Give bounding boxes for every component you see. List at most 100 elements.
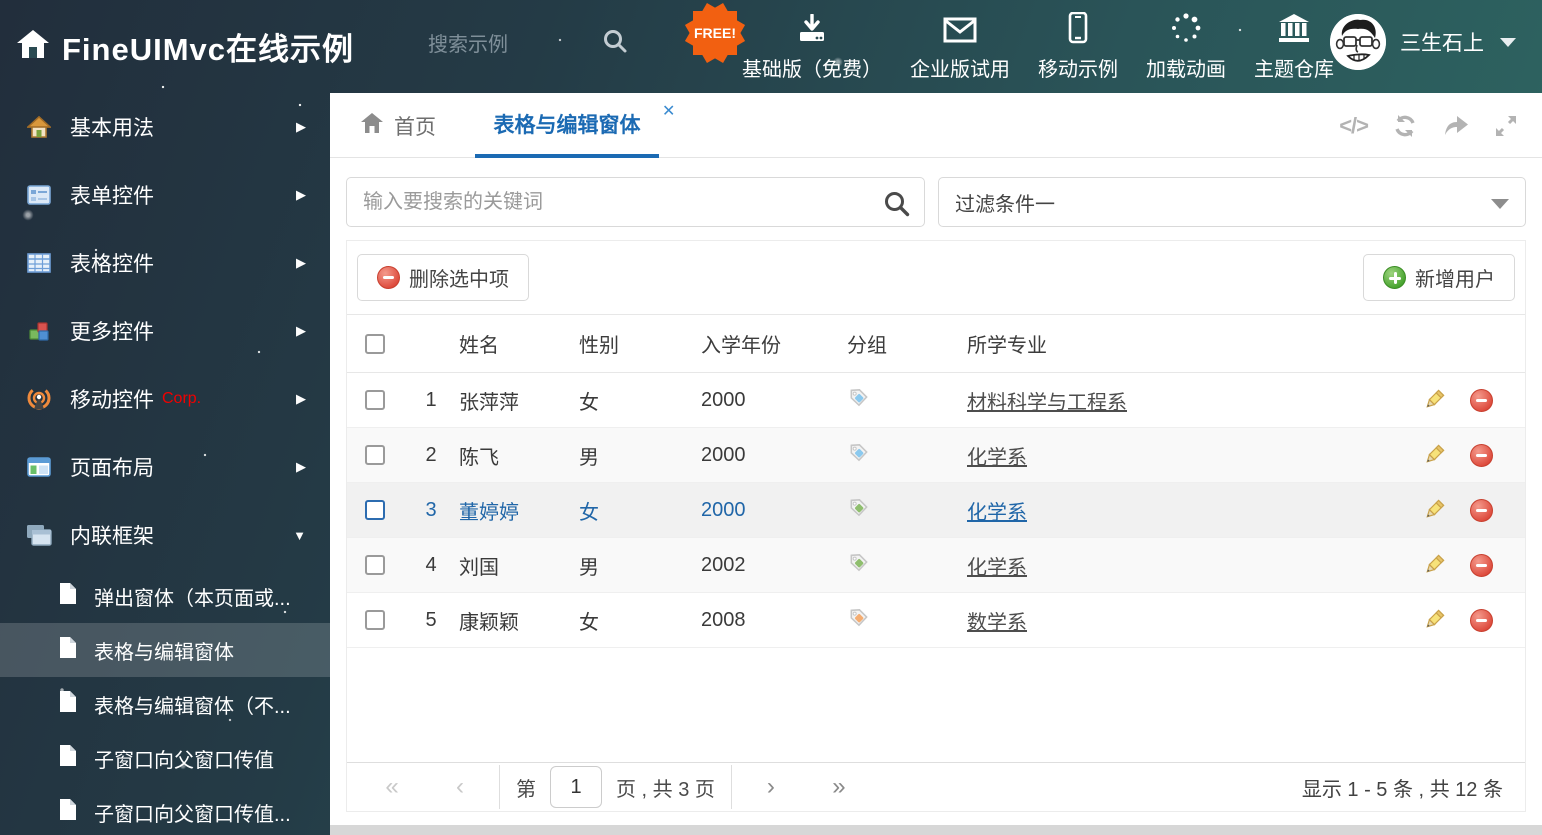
plus-circle-icon (1383, 266, 1406, 289)
major-link[interactable]: 化学系 (967, 502, 1027, 524)
chevron-right-icon: ▶ (296, 391, 306, 406)
chevron-right-icon: ▶ (296, 187, 306, 202)
chevron-right-icon: ▶ (296, 459, 306, 474)
spinner-icon (1170, 12, 1202, 44)
pagination-prev-icon[interactable]: ‹ (437, 773, 483, 801)
table-row: 1 张萍萍 女 2000 材料科学与工程系 (347, 372, 1525, 428)
keyword-search-input[interactable] (347, 178, 924, 226)
refresh-icon[interactable] (1392, 113, 1418, 139)
pagination-bar: « ‹ 第 页 , 共 3 页 › » 显示 1 - 5 条 , 共 12 条 (347, 762, 1525, 811)
nav-item-enterprise-trial[interactable]: 企业版试用 (910, 12, 1010, 82)
tab-grid-edit-window[interactable]: 表格与编辑窗体 (475, 93, 659, 158)
bottom-strip (330, 825, 1542, 835)
app-window: FineUIMvc在线示例 FREE! 基础版（免费） 企业版试用 (0, 0, 1542, 835)
app-title: FineUIMvc在线示例 (62, 32, 355, 67)
nav-item-basic-edition[interactable]: 基础版（免费） (742, 12, 882, 82)
delete-row-icon[interactable] (1470, 553, 1493, 577)
select-all-checkbox[interactable] (365, 333, 385, 354)
dropdown-caret-icon (1491, 199, 1509, 209)
mail-icon (943, 12, 977, 44)
filter-dropdown-value: 过滤条件一 (955, 193, 1055, 216)
form-icon (26, 185, 52, 205)
sidebar-item-inline-frames[interactable]: 内联框架 ▼ (0, 501, 330, 569)
row-checkbox[interactable] (365, 390, 385, 410)
sidebar-item-grid-controls[interactable]: 表格控件 ▶ (0, 229, 330, 297)
home-logo-icon[interactable] (16, 28, 50, 65)
row-checkbox[interactable] (365, 610, 385, 630)
edit-pencil-icon[interactable] (1422, 443, 1446, 467)
header-search-input[interactable] (428, 28, 588, 62)
home-tab-icon (360, 112, 384, 140)
antenna-icon (26, 387, 52, 411)
sidebar-subitem-grid-edit-window-2[interactable]: 表格与编辑窗体（不... (0, 677, 330, 731)
delete-row-icon[interactable] (1470, 608, 1493, 632)
search-icon[interactable] (883, 190, 910, 222)
row-checkbox[interactable] (365, 445, 385, 465)
edit-pencil-icon[interactable] (1422, 608, 1446, 632)
filter-dropdown[interactable]: 过滤条件一 (938, 177, 1526, 227)
major-link[interactable]: 材料科学与工程系 (967, 392, 1127, 414)
sidebar-item-mobile-controls[interactable]: 移动控件 Corp. ▶ (0, 365, 330, 433)
pagination-last-icon[interactable]: » (816, 773, 862, 801)
view-code-icon[interactable]: </> (1339, 113, 1369, 139)
layout-icon (26, 457, 52, 477)
table-header-row: 姓名 性别 入学年份 分组 所学专业 (347, 314, 1525, 373)
chevron-right-icon: ▶ (296, 119, 306, 134)
corp-badge: Corp. (162, 390, 202, 407)
sidebar-item-basic-usage[interactable]: 基本用法 ▶ (0, 93, 330, 161)
sidebar-subitem-popup-window[interactable]: 弹出窗体（本页面或... (0, 569, 330, 623)
delete-row-icon[interactable] (1470, 388, 1493, 412)
sidebar-item-page-layout[interactable]: 页面布局 ▶ (0, 433, 330, 501)
sidebar-subitem-grid-edit-window[interactable]: 表格与编辑窗体 (0, 623, 330, 677)
expand-icon[interactable] (1494, 114, 1518, 138)
delete-row-icon[interactable] (1470, 498, 1493, 522)
add-user-button[interactable]: 新增用户 (1363, 254, 1515, 301)
edit-pencil-icon[interactable] (1422, 388, 1446, 412)
table-row: 4 刘国 男 2002 化学系 (347, 537, 1525, 593)
delete-selected-button[interactable]: 删除选中项 (357, 254, 529, 301)
edit-pencil-icon[interactable] (1422, 498, 1446, 522)
app-header: FineUIMvc在线示例 FREE! 基础版（免费） 企业版试用 (0, 0, 1542, 93)
delete-row-icon[interactable] (1470, 443, 1493, 467)
column-header-gender[interactable]: 性别 (579, 314, 701, 373)
tag-icon (847, 553, 870, 579)
panel-spacer (347, 648, 1525, 762)
edit-pencil-icon[interactable] (1422, 553, 1446, 577)
nav-item-theme-store[interactable]: 主题仓库 (1254, 12, 1334, 82)
nav-item-mobile-demo[interactable]: 移动示例 (1038, 12, 1118, 82)
tab-close-icon[interactable]: ✕ (662, 101, 675, 121)
row-checkbox[interactable] (365, 500, 385, 520)
sidebar: 基本用法 ▶ 表单控件 ▶ 表格控件 ▶ 更多控件 ▶ 移动控件 Corp. ▶… (0, 93, 330, 835)
tab-home[interactable]: 首页 (360, 93, 436, 158)
pagination-next-icon[interactable]: › (748, 773, 794, 801)
sidebar-subitem-child-to-parent-2[interactable]: 子窗口向父窗口传值... (0, 785, 330, 835)
column-header-group[interactable]: 分组 (847, 314, 967, 373)
free-badge: FREE! (683, 1, 747, 65)
pagination-summary: 显示 1 - 5 条 , 共 12 条 (1301, 778, 1503, 801)
major-link[interactable]: 化学系 (967, 447, 1027, 469)
page-number-input[interactable] (550, 766, 602, 808)
file-icon (58, 690, 78, 718)
keyword-search-box (346, 177, 925, 227)
chevron-down-icon: ▼ (293, 527, 306, 543)
share-arrow-icon[interactable] (1442, 114, 1470, 138)
column-header-name[interactable]: 姓名 (459, 314, 579, 373)
tab-bar: 首页 表格与编辑窗体 ✕ </> (330, 93, 1542, 158)
major-link[interactable]: 化学系 (967, 557, 1027, 579)
tag-icon (847, 388, 870, 414)
user-menu[interactable]: 三生石上 (1330, 14, 1516, 70)
header-search-icon[interactable] (602, 28, 628, 59)
row-checkbox[interactable] (365, 555, 385, 575)
sidebar-subitem-child-to-parent[interactable]: 子窗口向父窗口传值 (0, 731, 330, 785)
mobile-icon (1068, 12, 1088, 44)
file-icon (58, 582, 78, 610)
sidebar-item-more-controls[interactable]: 更多控件 ▶ (0, 297, 330, 365)
user-caret-down-icon (1500, 37, 1516, 47)
pagination-first-icon[interactable]: « (369, 773, 415, 801)
users-table: 姓名 性别 入学年份 分组 所学专业 1 张萍萍 女 2000 材料科学与工程系… (347, 314, 1525, 648)
major-link[interactable]: 数学系 (967, 612, 1027, 634)
nav-item-loading-animation[interactable]: 加载动画 (1146, 12, 1226, 82)
sidebar-item-form-controls[interactable]: 表单控件 ▶ (0, 161, 330, 229)
column-header-major[interactable]: 所学专业 (967, 314, 1385, 373)
column-header-year[interactable]: 入学年份 (701, 314, 847, 373)
